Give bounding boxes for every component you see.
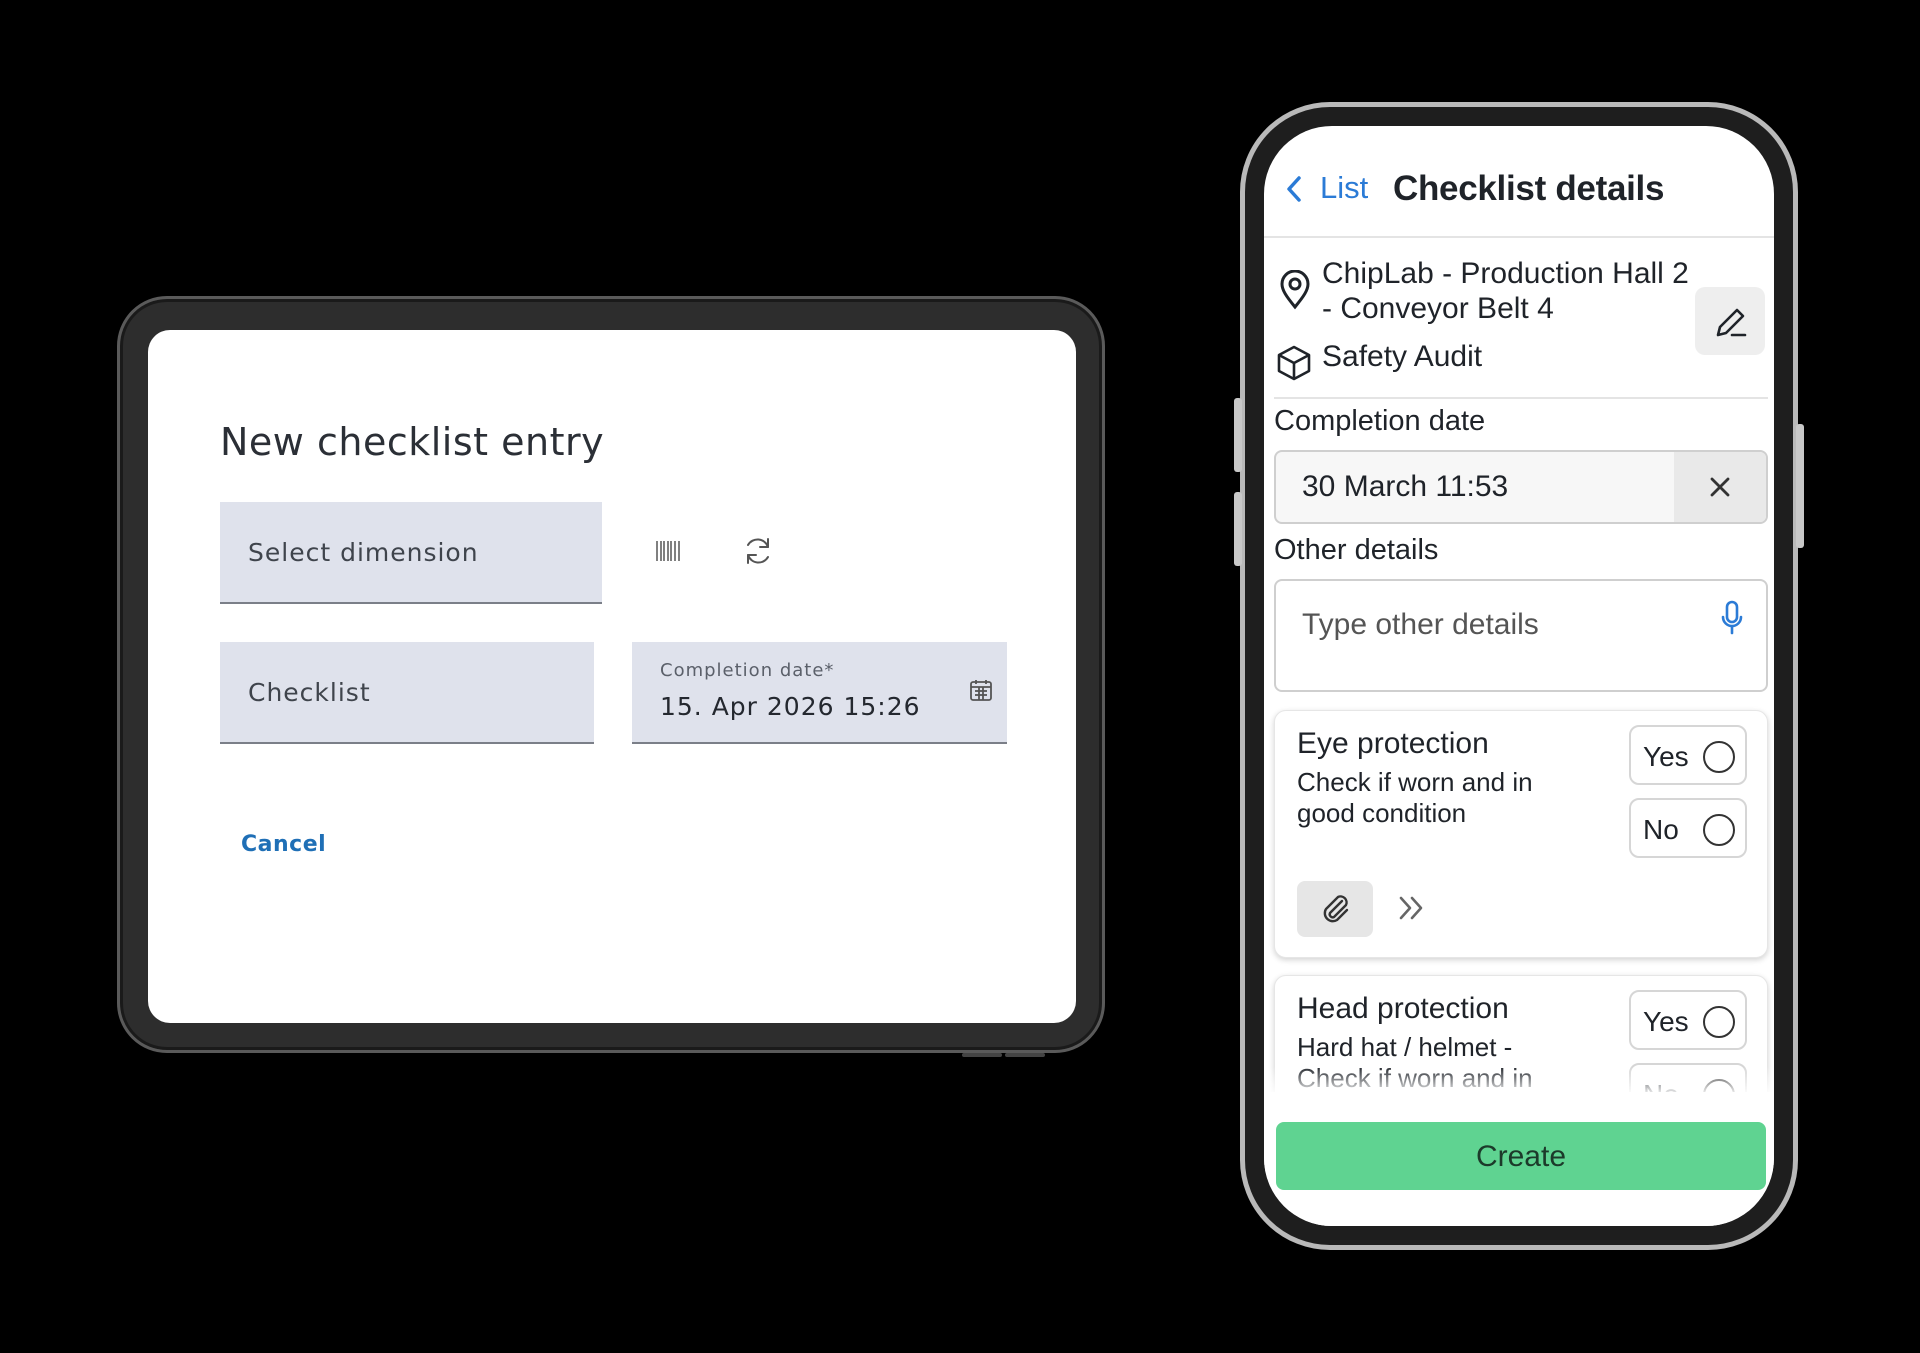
divider xyxy=(1274,397,1768,399)
dimension-select[interactable]: Select dimension xyxy=(220,502,602,604)
calendar-icon[interactable] xyxy=(969,678,993,707)
tablet-button xyxy=(1005,1053,1045,1057)
item-title: Eye protection xyxy=(1297,727,1489,760)
completion-date-value: 30 March 11:53 xyxy=(1302,470,1509,503)
other-details-placeholder: Type other details xyxy=(1302,608,1539,641)
create-label: Create xyxy=(1475,1140,1567,1173)
radio-icon xyxy=(1703,1006,1735,1038)
chevron-left-icon[interactable] xyxy=(1284,174,1304,209)
item-title: Head protection xyxy=(1297,992,1509,1025)
phone-power-button xyxy=(1796,424,1804,548)
chevron-double-right-icon[interactable] xyxy=(1397,895,1425,926)
no-option[interactable]: No xyxy=(1629,798,1747,858)
completion-date-field[interactable]: Completion date* 15. Apr 2026 15:26 xyxy=(632,642,1007,744)
completion-date-label: Completion date xyxy=(1274,405,1486,437)
location-pin-icon xyxy=(1278,269,1312,315)
barcode-icon[interactable] xyxy=(655,539,681,568)
completion-date-input[interactable]: 30 March 11:53 xyxy=(1274,450,1768,524)
nav-header: List Checklist details xyxy=(1264,126,1774,238)
yes-option[interactable]: Yes xyxy=(1629,990,1747,1050)
checklist-item-card: Eye protection Check if worn and in good… xyxy=(1274,710,1768,958)
no-label: No xyxy=(1643,814,1679,845)
refresh-icon[interactable] xyxy=(742,535,774,572)
checklist-details-screen: List Checklist details ChipLab - Product… xyxy=(1264,126,1774,1226)
yes-option[interactable]: Yes xyxy=(1629,725,1747,785)
close-icon xyxy=(1708,475,1732,504)
dimension-placeholder: Select dimension xyxy=(248,538,479,567)
yes-label: Yes xyxy=(1643,1006,1689,1037)
edit-button[interactable] xyxy=(1695,287,1765,355)
phone-volume-button xyxy=(1234,398,1242,472)
location-text: ChipLab - Production Hall 2 - Conveyor B… xyxy=(1322,257,1689,325)
paperclip-icon xyxy=(1320,893,1352,930)
yes-label: Yes xyxy=(1643,741,1689,772)
cube-icon xyxy=(1276,344,1312,387)
checklist-placeholder: Checklist xyxy=(248,678,371,707)
checklist-select[interactable]: Checklist xyxy=(220,642,594,744)
cancel-button[interactable]: Cancel xyxy=(241,832,326,857)
other-details-input[interactable]: Type other details xyxy=(1274,579,1768,692)
checklist-type: Safety Audit xyxy=(1322,340,1483,373)
tablet-button xyxy=(962,1053,1002,1057)
attach-button[interactable] xyxy=(1297,881,1373,937)
phone-volume-button xyxy=(1234,492,1242,566)
pencil-icon xyxy=(1714,305,1748,344)
radio-icon xyxy=(1703,741,1735,773)
create-button[interactable]: Create xyxy=(1276,1122,1766,1190)
item-description: Check if worn and in good condition xyxy=(1297,767,1533,828)
clear-date-button[interactable] xyxy=(1674,452,1766,522)
completion-date-label: Completion date* xyxy=(660,660,835,681)
new-entry-dialog: New checklist entry Select dimension Che… xyxy=(148,330,1076,1023)
page-title: Checklist details xyxy=(1393,169,1665,208)
microphone-icon[interactable] xyxy=(1720,599,1744,642)
completion-date-value: 15. Apr 2026 15:26 xyxy=(660,692,921,721)
back-link[interactable]: List xyxy=(1320,170,1368,206)
dialog-title: New checklist entry xyxy=(220,420,605,464)
radio-icon xyxy=(1703,814,1735,846)
other-details-label: Other details xyxy=(1274,534,1439,566)
